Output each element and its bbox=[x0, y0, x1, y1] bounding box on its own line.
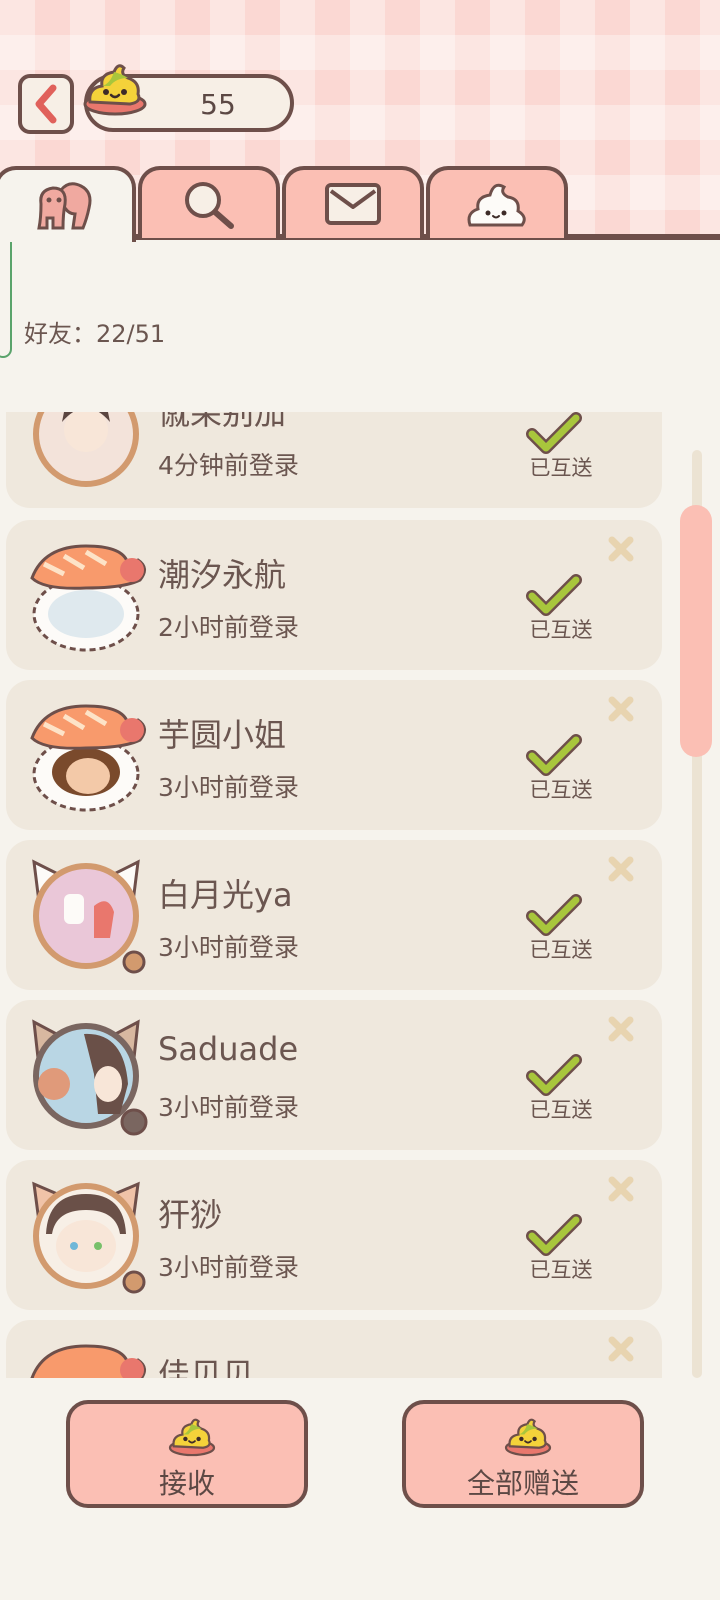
friend-login-time: 3小时前登录 bbox=[158, 1093, 299, 1122]
receive-button-label: 接收 bbox=[158, 1467, 215, 1500]
friend-card[interactable]: 芋圆小姐 3小时前登录 已互送 bbox=[6, 680, 662, 830]
avatar[interactable] bbox=[24, 412, 148, 496]
friend-card[interactable]: 犴猀 3小时前登录 已互送 bbox=[6, 1160, 662, 1310]
friend-card[interactable]: 僦呆别加 4分钟前登录 已互送 bbox=[6, 412, 662, 508]
friend-card[interactable]: 白月光ya 3小时前登录 已互送 bbox=[6, 840, 662, 990]
avatar[interactable] bbox=[24, 1174, 148, 1298]
poop-coin-icon bbox=[83, 64, 147, 116]
close-icon[interactable] bbox=[606, 534, 636, 564]
friend-name: 潮汐永航 bbox=[158, 556, 287, 594]
close-icon[interactable] bbox=[606, 854, 636, 884]
tab-mail[interactable] bbox=[282, 166, 424, 238]
friend-name: 白月光ya bbox=[158, 876, 293, 914]
check-icon bbox=[526, 1054, 582, 1096]
tab-friends[interactable] bbox=[0, 166, 136, 242]
friend-name: 佳贝贝 bbox=[158, 1356, 255, 1378]
give-all-button-label: 全部赠送 bbox=[466, 1467, 579, 1500]
gift-status: 已互送 bbox=[529, 456, 593, 480]
close-icon[interactable] bbox=[606, 694, 636, 724]
gift-status: 已互送 bbox=[529, 1098, 593, 1122]
friend-login-time: 2小时前登录 bbox=[158, 613, 299, 642]
friend-name: 僦呆别加 bbox=[158, 412, 287, 432]
avatar[interactable] bbox=[24, 534, 148, 658]
friend-login-time: 3小时前登录 bbox=[158, 933, 299, 962]
check-icon bbox=[526, 412, 582, 454]
poop-coin-icon bbox=[168, 1418, 216, 1457]
check-icon bbox=[526, 1214, 582, 1256]
friend-card[interactable]: 佳贝贝 bbox=[6, 1320, 662, 1378]
avatar[interactable] bbox=[24, 1334, 148, 1378]
friend-count-label: 好友：22/51 bbox=[24, 320, 166, 348]
friend-name: 芋圆小姐 bbox=[158, 716, 287, 754]
gift-status: 已互送 bbox=[529, 618, 593, 642]
friends-icon bbox=[37, 182, 92, 230]
tab-gifts[interactable] bbox=[426, 166, 568, 238]
friend-login-time: 3小时前登录 bbox=[158, 773, 299, 802]
friend-login-time: 3小时前登录 bbox=[158, 1253, 299, 1282]
check-icon bbox=[526, 734, 582, 776]
poop-coin-icon bbox=[504, 1418, 552, 1457]
coin-count: 55 bbox=[200, 88, 236, 121]
close-icon[interactable] bbox=[606, 1014, 636, 1044]
avatar[interactable] bbox=[24, 854, 148, 978]
gift-status: 已互送 bbox=[529, 778, 593, 802]
search-icon bbox=[185, 182, 234, 229]
avatar[interactable] bbox=[24, 694, 148, 818]
chevron-left-icon bbox=[35, 84, 57, 124]
friend-name: 犴猀 bbox=[158, 1196, 223, 1234]
gift-status: 已互送 bbox=[529, 938, 593, 962]
friend-name: Saduade bbox=[158, 1030, 299, 1068]
check-icon bbox=[526, 574, 582, 616]
friend-login-time: 4分钟前登录 bbox=[158, 451, 299, 480]
back-button[interactable] bbox=[18, 74, 74, 134]
friend-list[interactable]: 僦呆别加 4分钟前登录 已互送 潮汐永航 2小时前登录 已互送 芋圆小姐 3小时… bbox=[0, 412, 720, 1378]
poop-icon bbox=[467, 183, 526, 227]
mail-icon bbox=[325, 183, 381, 225]
gift-status: 已互送 bbox=[529, 1258, 593, 1282]
avatar[interactable] bbox=[24, 1014, 148, 1138]
tab-search[interactable] bbox=[138, 166, 280, 238]
friend-card[interactable]: Saduade 3小时前登录 已互送 bbox=[6, 1000, 662, 1150]
friend-card[interactable]: 潮汐永航 2小时前登录 已互送 bbox=[6, 520, 662, 670]
close-icon[interactable] bbox=[606, 1174, 636, 1204]
check-icon bbox=[526, 894, 582, 936]
receive-button[interactable]: 接收 bbox=[66, 1400, 308, 1508]
close-icon[interactable] bbox=[606, 1334, 636, 1364]
give-all-button[interactable]: 全部赠送 bbox=[402, 1400, 644, 1508]
scrollbar-thumb[interactable] bbox=[680, 505, 712, 757]
